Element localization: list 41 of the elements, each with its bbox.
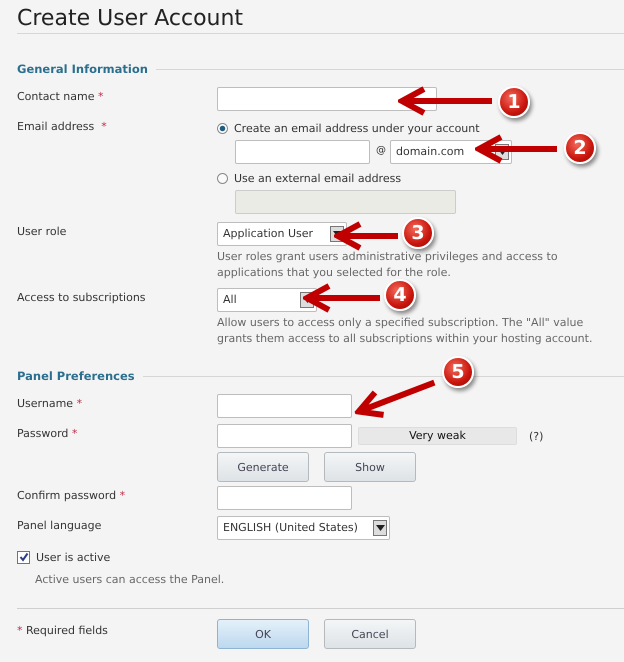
password-strength-meter: Very weak: [358, 427, 517, 445]
contact-name-field[interactable]: [217, 87, 437, 111]
field-label: Email address *: [17, 119, 108, 133]
required-fields-note: * Required fields: [17, 623, 109, 637]
field-label: Confirm password *: [17, 488, 126, 502]
section-heading: Panel Preferences: [17, 369, 135, 383]
radio-button[interactable]: [217, 172, 228, 184]
field-label: Password *: [17, 426, 78, 440]
page-title: Create User Account: [17, 0, 624, 34]
field-label: Contact name *: [17, 89, 104, 103]
field-label: Access to subscriptions: [17, 290, 147, 304]
number-badge: 1: [498, 86, 530, 118]
number-badge: 3: [402, 217, 434, 249]
confirm-password-field[interactable]: [217, 486, 352, 510]
at-sign: @: [376, 145, 386, 156]
password-button[interactable]: Show: [324, 452, 416, 482]
section-heading: General Information: [17, 62, 148, 76]
password-button[interactable]: Generate: [217, 452, 309, 482]
username-field[interactable]: [217, 394, 352, 418]
number-badge: 5: [442, 356, 474, 388]
checkbox-label: User is active: [36, 550, 110, 564]
number-badge: 2: [564, 132, 596, 164]
hint-text: User roles grant users administrative privileges and access to applications that you selected for the role.: [217, 249, 559, 281]
password-field[interactable]: [217, 424, 352, 448]
radio-label: Create an email address under your account: [234, 122, 480, 134]
field-label: Username *: [17, 396, 84, 410]
number-badge: 4: [384, 279, 416, 311]
radio-button[interactable]: [217, 122, 228, 134]
form-button[interactable]: Cancel: [324, 619, 416, 649]
user-role-select[interactable]: Application User: [217, 222, 347, 246]
field-label: User role: [17, 224, 68, 238]
help-link[interactable]: (?): [529, 430, 544, 442]
form-button[interactable]: OK: [217, 619, 309, 649]
radio-label: Use an external email address: [234, 172, 402, 184]
hint-text: Active users can access the Panel.: [34, 572, 226, 588]
hint-text: Allow users to access only a specified subscription. The "All" value grants them access to all subscriptions within your hosting account.: [217, 315, 594, 347]
checkbox[interactable]: [17, 550, 30, 564]
language-select[interactable]: ENGLISH (United States): [217, 516, 390, 540]
external-email-field[interactable]: [235, 190, 456, 214]
mailbox-name-field[interactable]: [235, 140, 370, 164]
field-label: Panel language: [17, 518, 102, 532]
